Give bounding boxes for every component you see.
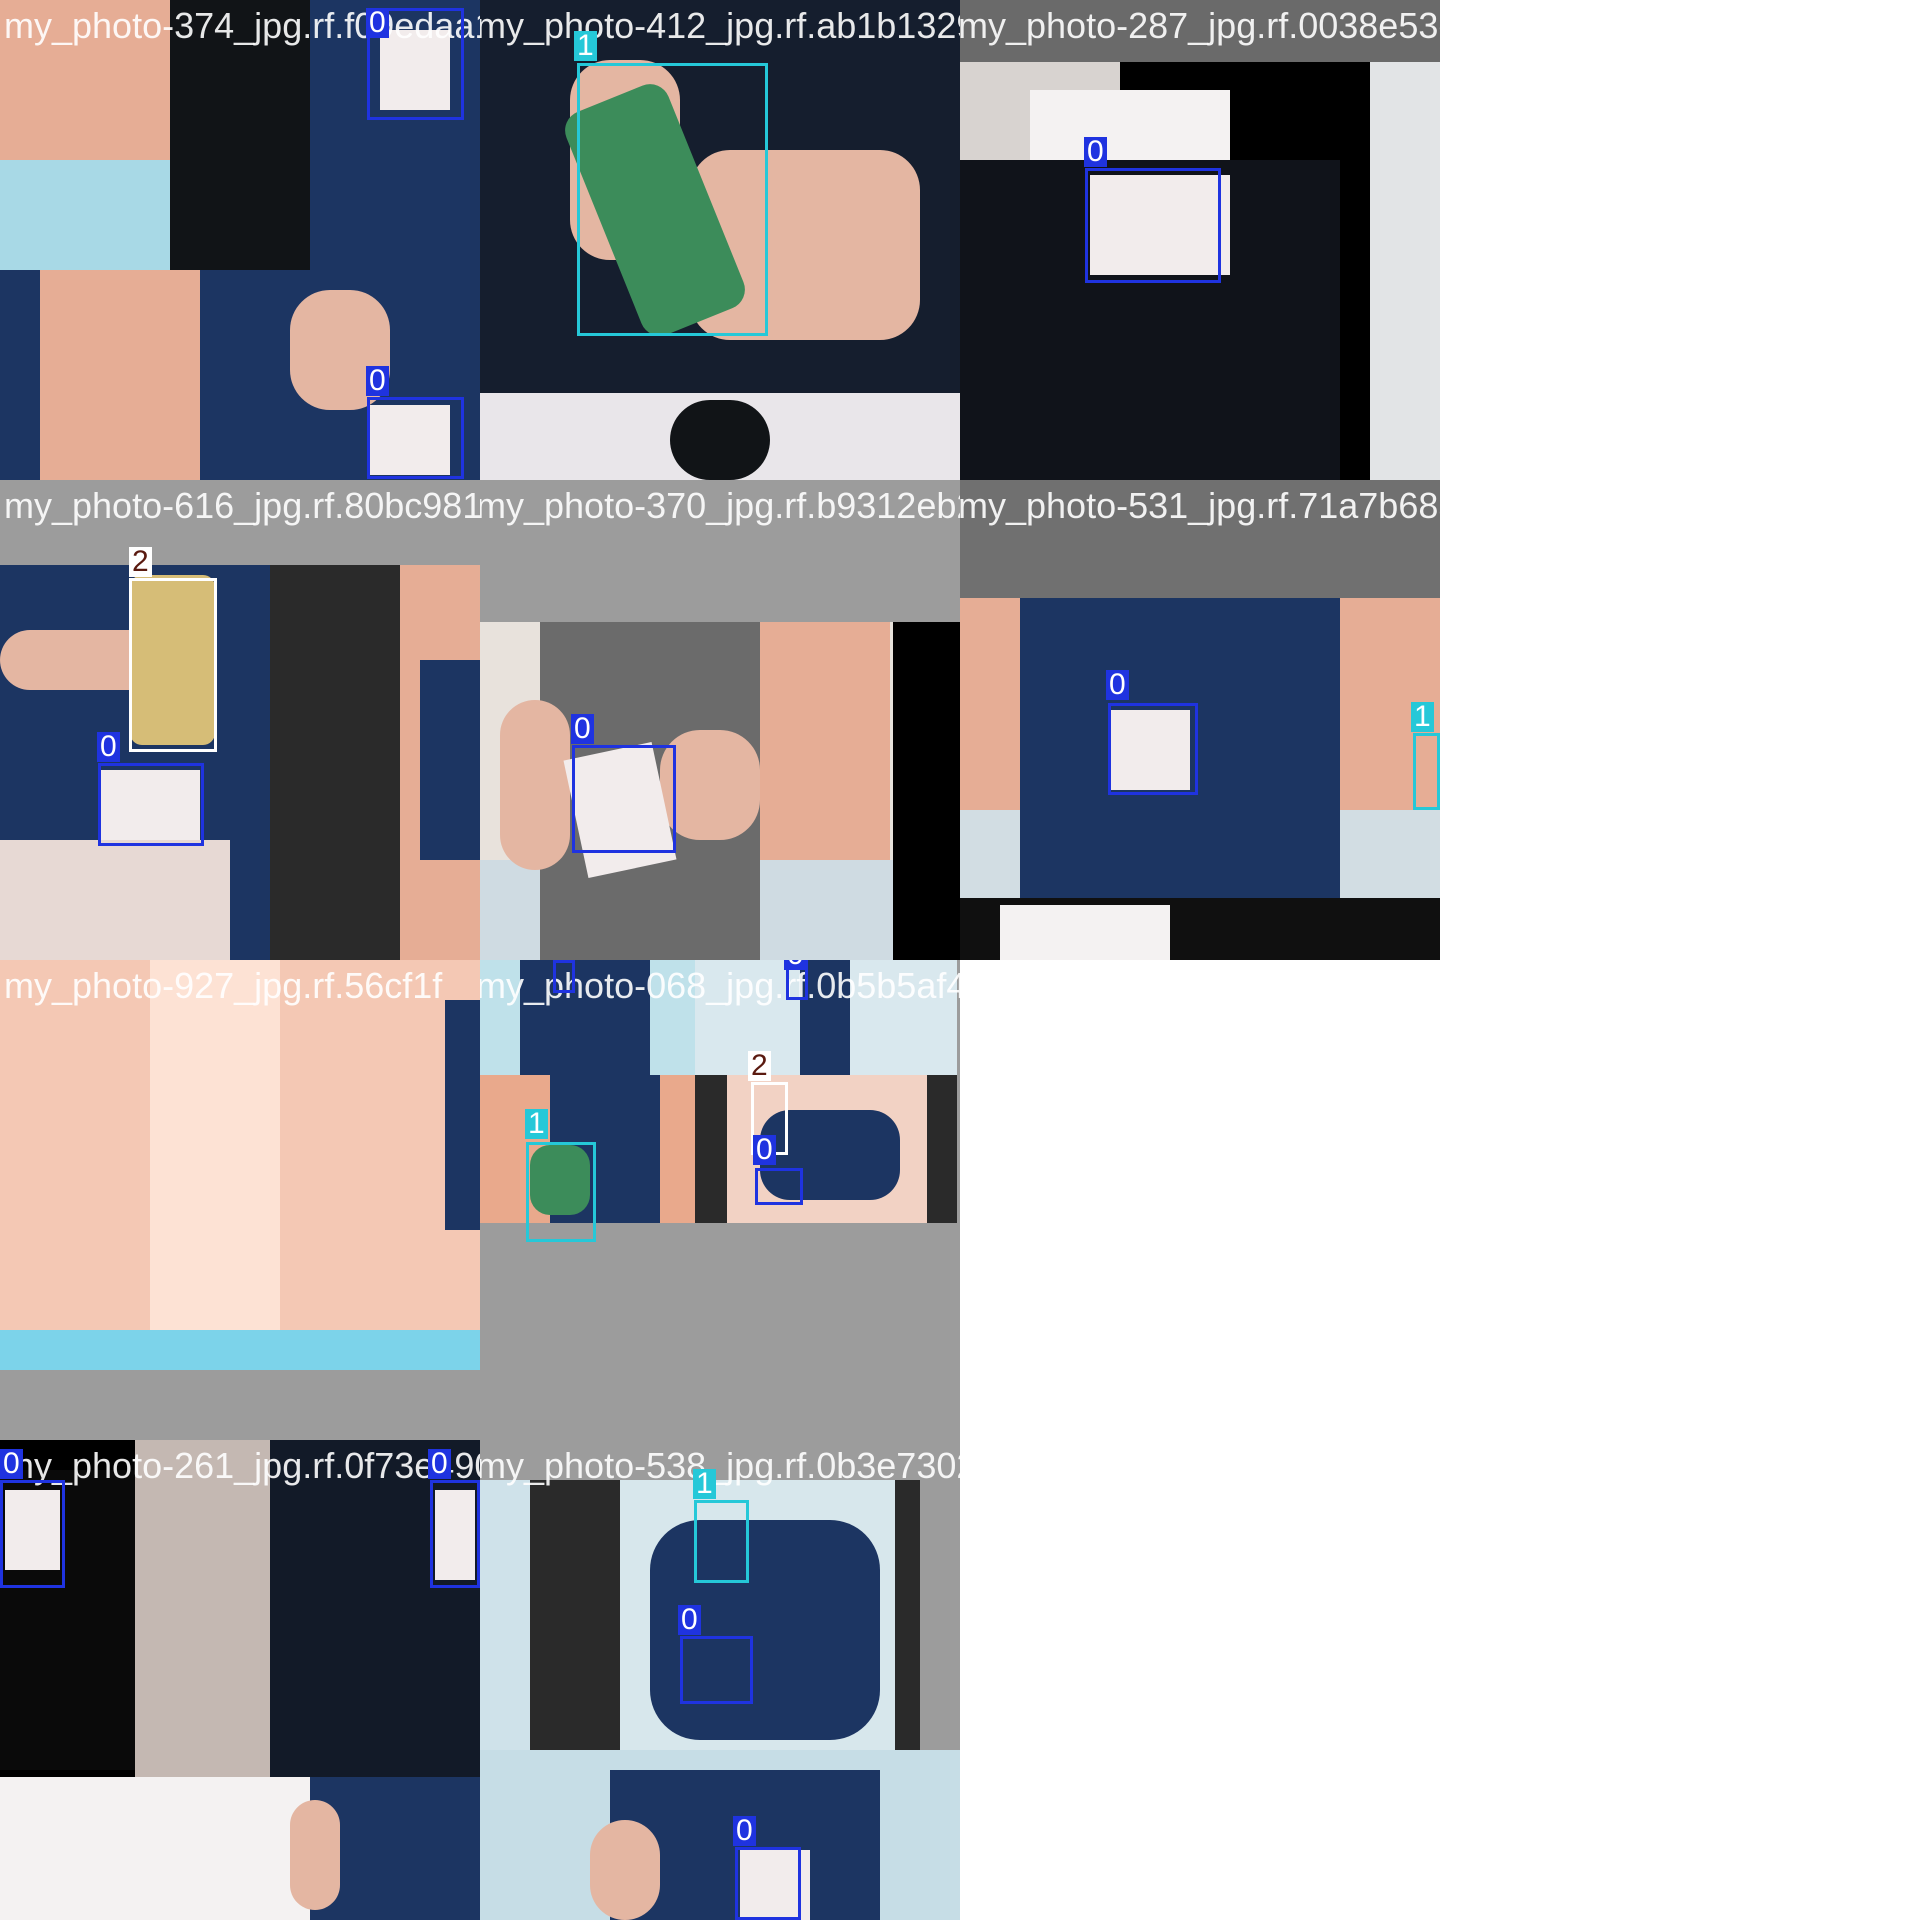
detection-box xyxy=(98,763,204,846)
detection-box xyxy=(430,1480,480,1588)
detection-box xyxy=(129,578,217,752)
mosaic-tile: my_photo-068_jpg.rf.0b5b5af4b270ab392a0 … xyxy=(480,960,960,1440)
detection-box xyxy=(1085,168,1221,283)
mosaic-tile: my_photo-261_jpg.rf.0f73e4907bf0583 0 0 xyxy=(0,1440,480,1920)
mosaic-tile: my_photo-287_jpg.rf.0038e53e08de1c89f257… xyxy=(960,0,1440,480)
class-label: 1 xyxy=(1411,702,1434,732)
class-label: 0 xyxy=(366,8,389,38)
image-filename: my_photo-068_jpg.rf.0b5b5af4b270ab392a0 xyxy=(480,965,960,1006)
class-label: 0 xyxy=(753,1135,776,1165)
mosaic-tile: my_photo-927_jpg.rf.56cf1f xyxy=(0,960,480,1440)
mosaic-tile: my_photo-538_jpg.rf.0b3e730213a714675e3d… xyxy=(480,1440,960,1920)
detection-box xyxy=(1413,733,1440,810)
class-label: 2 xyxy=(129,547,152,577)
mosaic-tile: my_photo-616_jpg.rf.80bc98140515bbe5365d… xyxy=(0,480,480,960)
detection-box xyxy=(526,1142,596,1242)
class-label: 0 xyxy=(1106,670,1129,700)
detection-box xyxy=(735,1847,801,1920)
class-label: 0 xyxy=(733,1816,756,1846)
detection-box xyxy=(367,397,464,479)
image-filename: my_photo-616_jpg.rf.80bc98140515bbe5365d… xyxy=(4,485,480,526)
mosaic-tile: my_photo-370_jpg.rf.b9312eb22478a573d92 … xyxy=(480,480,960,960)
class-label: 0 xyxy=(0,1449,23,1479)
image-filename: my_photo-538_jpg.rf.0b3e730213a714675e3d xyxy=(480,1445,960,1486)
image-filename: my_photo-287_jpg.rf.0038e53e08de1c89f257 xyxy=(960,5,1440,46)
class-label: 0 xyxy=(97,732,120,762)
class-label: 0 xyxy=(571,714,594,744)
detection-box xyxy=(577,63,768,336)
image-filename: my_photo-370_jpg.rf.b9312eb22478a573d92 xyxy=(480,485,960,526)
mosaic-tile: my_photo-531_jpg.rf.71a7b68a42cdfa7b1152… xyxy=(960,480,1440,960)
class-label: 1 xyxy=(693,1469,716,1499)
detection-box xyxy=(680,1636,753,1704)
image-filename: my_photo-927_jpg.rf.56cf1f xyxy=(4,965,443,1006)
class-label: 0 xyxy=(784,960,807,970)
mosaic-tile: my_photo-374_jpg.rf.f09edaa1b 0 0 xyxy=(0,0,480,480)
detection-box xyxy=(553,960,575,993)
image-filename: my_photo-261_jpg.rf.0f73e4907bf0583 xyxy=(4,1445,480,1486)
detection-box xyxy=(0,1480,65,1588)
detection-box xyxy=(694,1500,749,1583)
detection-box xyxy=(572,745,676,853)
detection-box xyxy=(1108,703,1198,795)
image-filename: my_photo-531_jpg.rf.71a7b68a42cdfa7b1152 xyxy=(960,485,1440,526)
class-label: 2 xyxy=(748,1051,771,1081)
class-label: 0 xyxy=(678,1605,701,1635)
image-filename: my_photo-412_jpg.rf.ab1b13297aba04288a8c xyxy=(480,5,960,46)
class-label: 1 xyxy=(574,31,597,61)
detection-box xyxy=(755,1168,803,1205)
class-label: 0 xyxy=(1084,137,1107,167)
mosaic-tile: my_photo-412_jpg.rf.ab1b13297aba04288a8c… xyxy=(480,0,960,480)
class-label: 0 xyxy=(428,1449,451,1479)
class-label: 1 xyxy=(525,1109,548,1139)
class-label: 0 xyxy=(366,366,389,396)
